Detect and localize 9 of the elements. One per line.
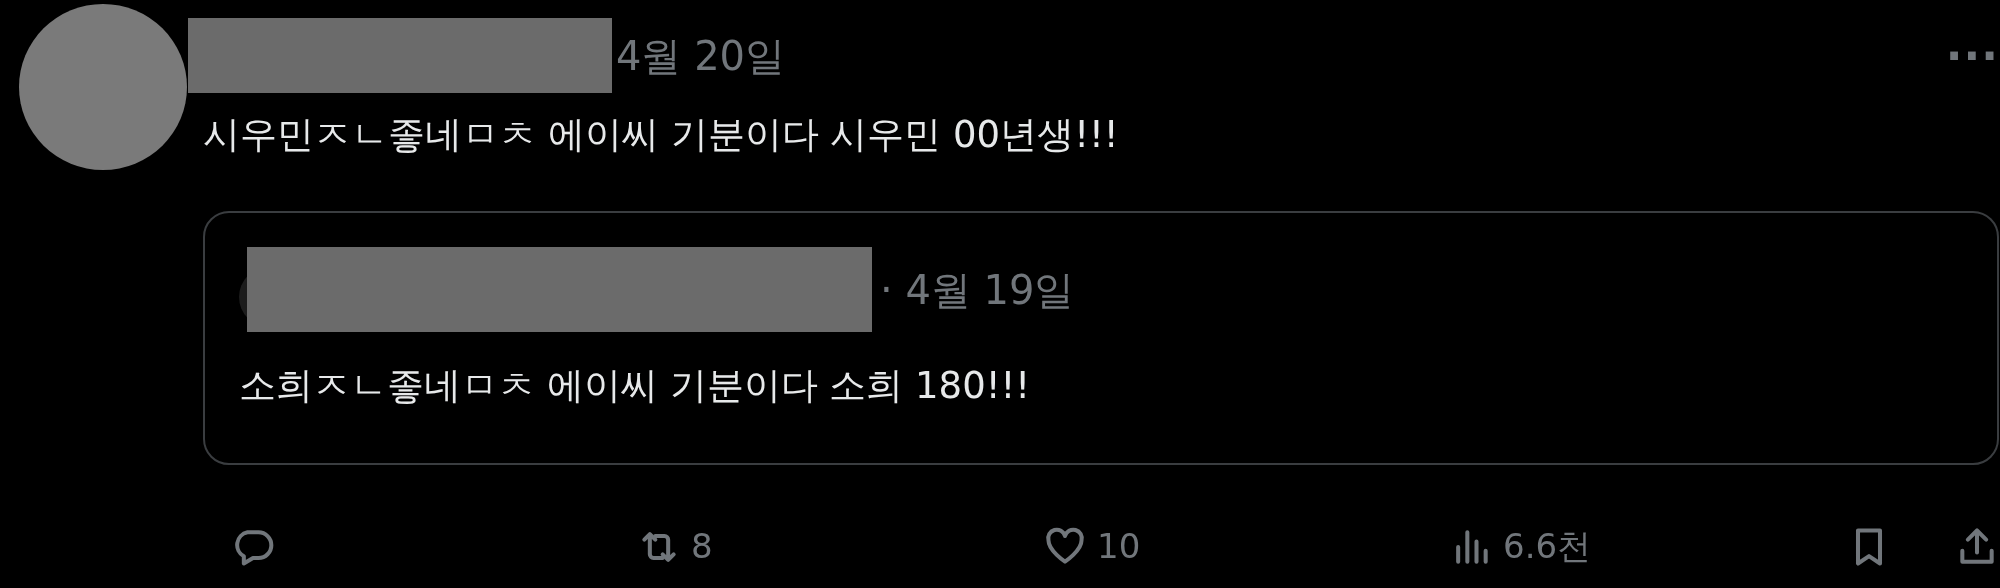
count-label: 8	[691, 525, 713, 569]
quoted-post-text: 소희ㅈㄴ좋네ㅁㅊ 에이씨 기분이다 소희 180!!!	[239, 363, 1032, 410]
post-date[interactable]: 4월 20일	[616, 35, 786, 76]
more-button[interactable]: ···	[1945, 33, 1999, 78]
post-text: 시우민ㅈㄴ좋네ㅁㅊ 에이씨 기분이다 시우민 00년생!!!	[203, 112, 1120, 158]
quoted-post-card[interactable]: · 4월 19일 소희ㅈㄴ좋네ㅁㅊ 에이씨 기분이다 소희 180!!!	[203, 211, 1999, 466]
quoted-post-date: · 4월 19일	[880, 269, 1075, 310]
count-label: 10	[1097, 525, 1141, 569]
count-label: 6.6천	[1503, 525, 1592, 569]
